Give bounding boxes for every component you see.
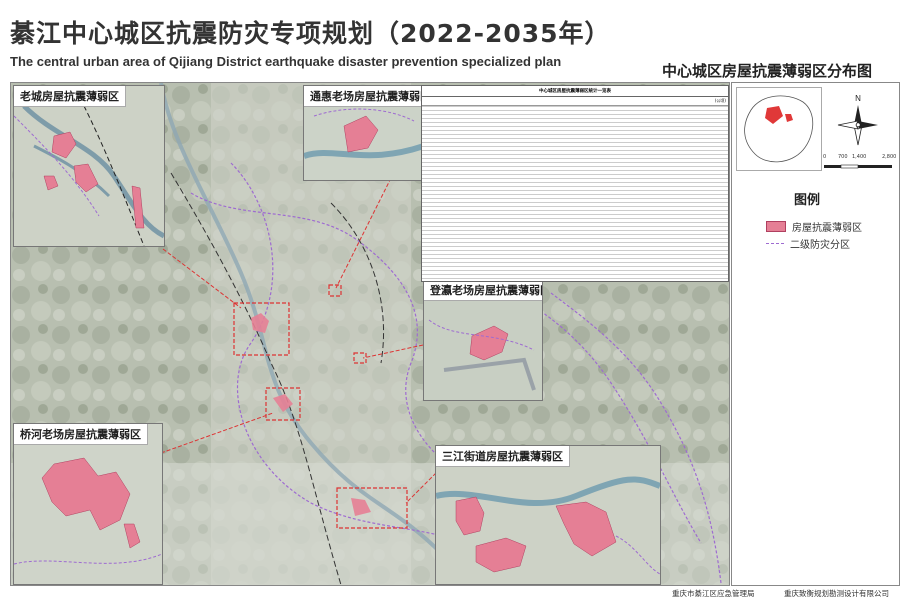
north-arrow-icon: N [837,94,878,146]
stats-table-row-divider [422,154,728,155]
stats-table-row-divider [422,206,728,207]
map-title: 綦江中心城区抗震防灾专项规划（2022-2035年） [10,19,611,48]
inset-laocheng[interactable]: 老城房屋抗震薄弱区 [13,85,165,247]
stats-table-row-divider [422,234,728,235]
stats-table-area-column: (公顷) [714,98,726,103]
stats-table-row-divider [422,142,728,143]
stats-table-row-divider [422,246,728,247]
scale-label-1400: 1,400 [852,154,867,160]
stats-table-row-divider [422,170,728,171]
stats-table-row-divider [422,274,728,275]
stats-table-row-divider [422,106,728,107]
overview-map-shape [744,95,814,163]
legend-swatch-zone-boundary [766,243,784,244]
legend-title: 图例 [794,193,821,208]
credit-org-1: 重庆市綦江区应急管理局 [672,589,755,598]
scale-label-2800: 2,800 [882,154,897,160]
stats-table-row-divider [422,242,728,243]
stats-table-row-divider [422,270,728,271]
inset-tonghui[interactable]: 通惠老场房屋抗震薄弱区 [303,85,425,181]
inset-qiaohe-title: 桥河老场房屋抗震薄弱区 [14,424,148,445]
stats-table-row-divider [422,130,728,131]
stats-table-row-divider [422,214,728,215]
stats-table-row-divider [422,250,728,251]
stats-table-row-divider [422,230,728,231]
inset-qiaohe[interactable]: 桥河老场房屋抗震薄弱区 [13,423,163,585]
stats-table-row-divider [422,210,728,211]
stats-table-row-divider [422,266,728,267]
inset-laocheng-title: 老城房屋抗震薄弱区 [14,86,126,107]
stats-table-row-divider [422,258,728,259]
stats-table-rows [422,106,728,281]
stats-table-row-divider [422,262,728,263]
stats-table-row-divider [422,222,728,223]
stats-table: 中心城区房屋抗震薄弱区统计一览表 (公顷) [421,85,729,282]
stats-table-row-divider [422,122,728,123]
inset-sanjiang[interactable]: 三江街道房屋抗震薄弱区 [435,445,661,585]
inset-sanjiang-title: 三江街道房屋抗震薄弱区 [436,446,570,467]
stats-table-row-divider [422,150,728,151]
svg-text:N: N [855,94,861,103]
credit-org-2: 重庆致衡规划勘测设计有限公司 [784,589,889,598]
stats-table-row-divider [422,238,728,239]
stats-table-row-divider [422,126,728,127]
stats-table-row-divider [422,118,728,119]
stats-table-row-divider [422,194,728,195]
stats-table-row-divider [422,158,728,159]
stats-table-row-divider [422,166,728,167]
stats-table-row-divider [422,254,728,255]
inset-tonghui-title: 通惠老场房屋抗震薄弱区 [304,86,424,107]
stats-table-row-divider [422,134,728,135]
stats-table-row-divider [422,178,728,179]
scale-label-0: 0 [823,154,827,160]
map-subtitle: 中心城区房屋抗震薄弱区分布图 [662,62,873,80]
side-panel: N 0 700 1,400 2,800 图例 房屋抗震薄弱区 二级防灾分区 [731,82,900,586]
legend-label-zone-boundary: 二级防灾分区 [790,240,850,251]
inset-denggao[interactable]: 登瀛老场房屋抗震薄弱区 [423,279,543,401]
stats-table-row-divider [422,278,728,279]
stats-table-title: 中心城区房屋抗震薄弱区统计一览表 [422,86,728,97]
stats-table-row-divider [422,190,728,191]
stats-table-row-divider [422,226,728,227]
legend-item-weak-zone: 房屋抗震薄弱区 [766,219,862,234]
inset-laocheng-map [14,86,164,246]
stats-table-row-divider [422,218,728,219]
stats-table-row-divider [422,198,728,199]
legend-item-zone-boundary: 二级防灾分区 [766,236,850,251]
stats-table-row-divider [422,110,728,111]
legend-swatch-weak-zone [766,221,786,232]
stats-table-header: (公顷) [422,97,728,106]
stats-table-row-divider [422,174,728,175]
stats-table-row-divider [422,162,728,163]
map-title-english: The central urban area of Qijiang Distri… [10,54,562,69]
scale-label-700: 700 [838,154,848,160]
inset-qiaohe-map [14,424,162,584]
stats-table-row-divider [422,182,728,183]
stats-table-row-divider [422,146,728,147]
overview-map [736,87,822,171]
stats-table-row-divider [422,138,728,139]
legend-label-weak-zone: 房屋抗震薄弱区 [792,223,862,234]
stats-table-row-divider [422,114,728,115]
inset-denggao-title: 登瀛老场房屋抗震薄弱区 [424,280,542,301]
stats-table-row-divider [422,202,728,203]
stats-table-row-divider [422,186,728,187]
